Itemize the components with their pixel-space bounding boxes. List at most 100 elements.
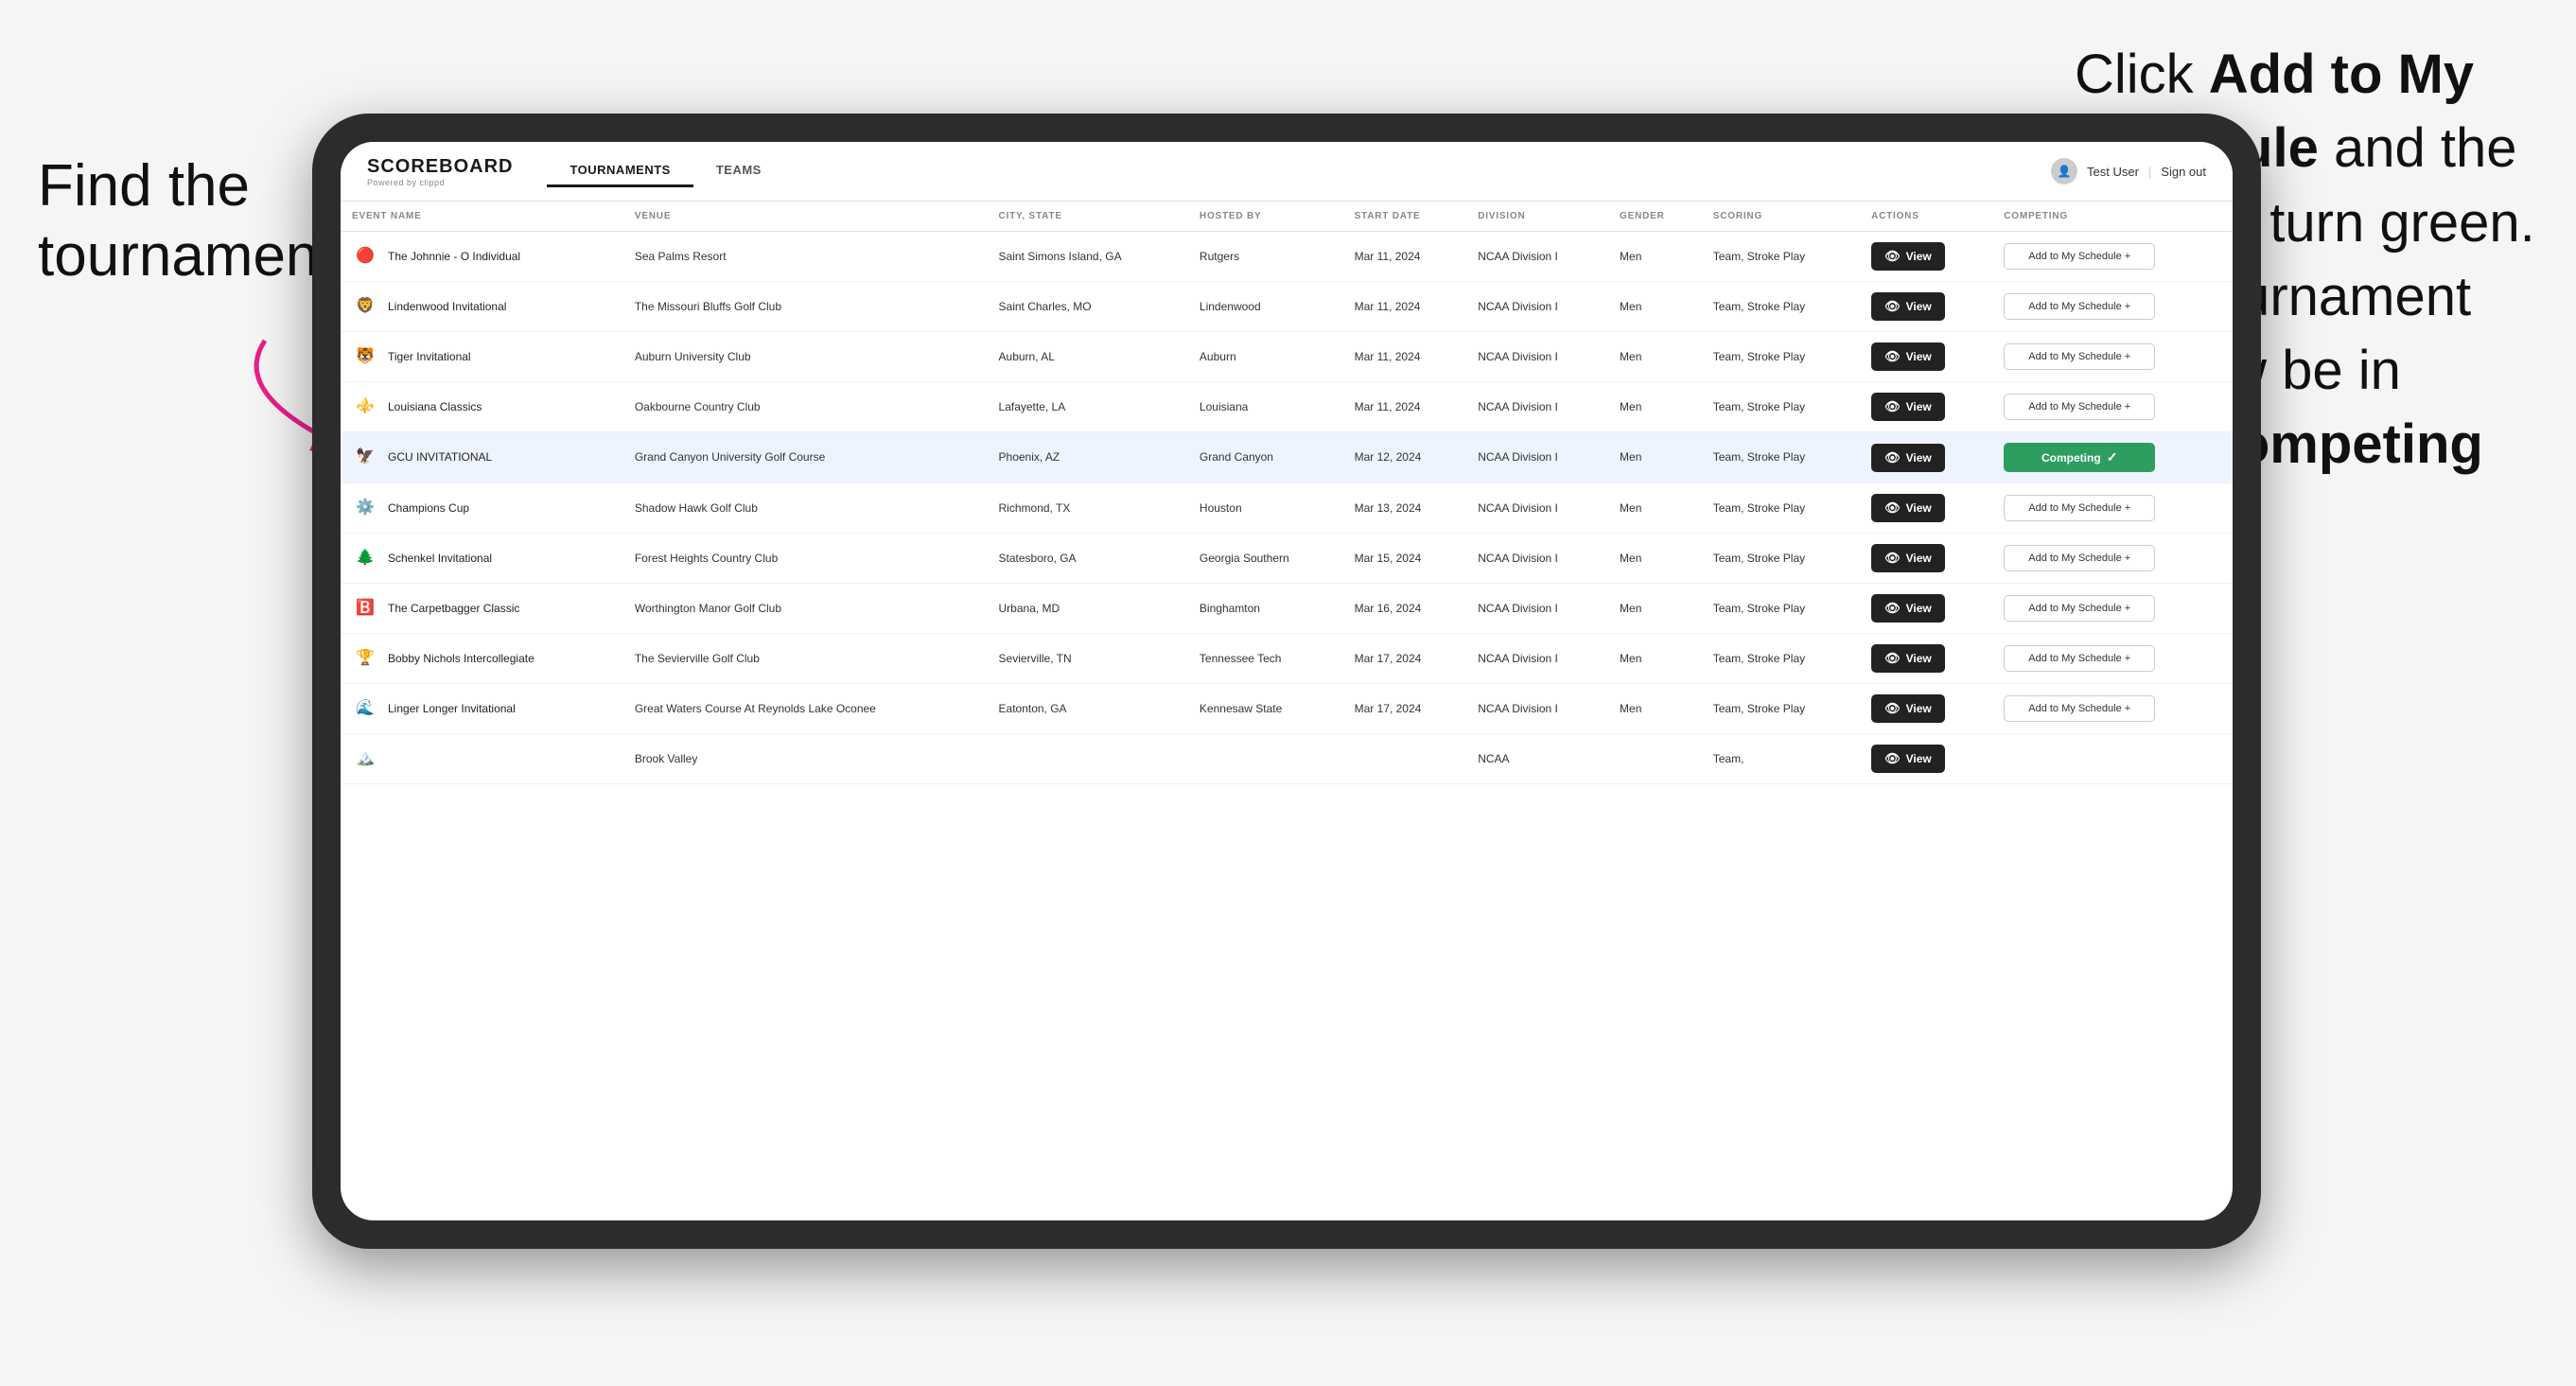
- add-to-schedule-button[interactable]: Add to My Schedule +: [2004, 343, 2155, 370]
- cell-date: Mar 12, 2024: [1343, 432, 1467, 483]
- cell-competing: Add to My Schedule +: [1992, 634, 2233, 684]
- table-row: 🔴 The Johnnie - O Individual Sea Palms R…: [341, 232, 2233, 282]
- add-to-schedule-button[interactable]: Add to My Schedule +: [2004, 595, 2155, 622]
- add-to-schedule-button[interactable]: Add to My Schedule +: [2004, 243, 2155, 270]
- view-button[interactable]: 👁 View: [1871, 544, 1945, 572]
- col-gender: GENDER: [1608, 202, 1702, 232]
- view-button[interactable]: 👁 View: [1871, 444, 1945, 472]
- cell-hosted: Binghamton: [1188, 584, 1343, 634]
- cell-hosted: Lindenwood: [1188, 282, 1343, 332]
- cell-division: NCAA Division I: [1466, 634, 1608, 684]
- table-row: 🏔️ Brook ValleyNCAATeam, 👁 View: [341, 734, 2233, 784]
- add-to-schedule-button[interactable]: Add to My Schedule +: [2004, 293, 2155, 320]
- cell-city: Sevierville, TN: [988, 634, 1188, 684]
- cell-division: NCAA Division I: [1466, 282, 1608, 332]
- table-container: EVENT NAME VENUE CITY, STATE HOSTED BY S…: [341, 202, 2233, 1220]
- logo-sub: Powered by clippd: [367, 178, 513, 187]
- cell-date: Mar 11, 2024: [1343, 382, 1467, 432]
- cell-scoring: Team, Stroke Play: [1702, 232, 1860, 282]
- cell-event-name: 🌊 Linger Longer Invitational: [341, 684, 623, 734]
- signout-link[interactable]: Sign out: [2161, 165, 2206, 179]
- cell-event-name: 🦅 GCU INVITATIONAL: [341, 432, 623, 483]
- col-start-date: START DATE: [1343, 202, 1467, 232]
- event-name-text: Schenkel Invitational: [388, 551, 492, 567]
- tab-tournaments[interactable]: TOURNAMENTS: [547, 155, 692, 187]
- eye-icon: 👁: [1884, 399, 1901, 414]
- cell-city: Saint Charles, MO: [988, 282, 1188, 332]
- cell-scoring: Team, Stroke Play: [1702, 584, 1860, 634]
- cell-competing: Add to My Schedule +: [1992, 684, 2233, 734]
- table-row: ⚙️ Champions Cup Shadow Hawk Golf ClubRi…: [341, 483, 2233, 534]
- cell-hosted: [1188, 734, 1343, 784]
- view-button[interactable]: 👁 View: [1871, 745, 1945, 773]
- logo-text: SCOREBOARD: [367, 156, 513, 178]
- col-venue: VENUE: [623, 202, 988, 232]
- cell-event-name: ⚙️ Champions Cup: [341, 483, 623, 534]
- col-competing: COMPETING: [1992, 202, 2233, 232]
- instruction-left: Find the tournament.: [38, 151, 303, 292]
- cell-city: Lafayette, LA: [988, 382, 1188, 432]
- cell-competing: Add to My Schedule +: [1992, 534, 2233, 584]
- view-button[interactable]: 👁 View: [1871, 694, 1945, 723]
- cell-division: NCAA Division I: [1466, 584, 1608, 634]
- view-button[interactable]: 👁 View: [1871, 494, 1945, 522]
- username: Test User: [2087, 165, 2139, 179]
- eye-icon: 👁: [1884, 299, 1901, 314]
- cell-event-name: 🅱️ The Carpetbagger Classic: [341, 584, 623, 634]
- eye-icon: 👁: [1884, 500, 1901, 516]
- add-to-schedule-button[interactable]: Add to My Schedule +: [2004, 695, 2155, 722]
- tab-teams[interactable]: TEAMS: [693, 155, 784, 187]
- nav-user: 👤 Test User | Sign out: [2051, 158, 2206, 184]
- view-button[interactable]: 👁 View: [1871, 292, 1945, 321]
- eye-icon: 👁: [1884, 551, 1901, 566]
- view-button[interactable]: 👁 View: [1871, 342, 1945, 371]
- cell-date: Mar 11, 2024: [1343, 332, 1467, 382]
- add-to-schedule-button[interactable]: Add to My Schedule +: [2004, 545, 2155, 571]
- cell-scoring: Team, Stroke Play: [1702, 432, 1860, 483]
- cell-venue: Sea Palms Resort: [623, 232, 988, 282]
- team-logo: 🦅: [352, 445, 378, 471]
- view-button[interactable]: 👁 View: [1871, 393, 1945, 421]
- cell-division: NCAA Division I: [1466, 232, 1608, 282]
- cell-scoring: Team, Stroke Play: [1702, 332, 1860, 382]
- cell-division: NCAA Division I: [1466, 382, 1608, 432]
- tablet-screen: SCOREBOARD Powered by clippd TOURNAMENTS…: [341, 142, 2233, 1220]
- cell-scoring: Team, Stroke Play: [1702, 282, 1860, 332]
- eye-icon: 👁: [1884, 751, 1901, 766]
- cell-scoring: Team, Stroke Play: [1702, 483, 1860, 534]
- event-name-text: GCU INVITATIONAL: [388, 449, 492, 465]
- cell-venue: Grand Canyon University Golf Course: [623, 432, 988, 483]
- cell-hosted: Auburn: [1188, 332, 1343, 382]
- team-logo: 🏆: [352, 645, 378, 672]
- cell-actions: 👁 View: [1860, 232, 1992, 282]
- cell-city: Eatonton, GA: [988, 684, 1188, 734]
- col-city: CITY, STATE: [988, 202, 1188, 232]
- logo-area: SCOREBOARD Powered by clippd: [367, 156, 513, 187]
- cell-hosted: Rutgers: [1188, 232, 1343, 282]
- team-logo: ⚙️: [352, 495, 378, 521]
- eye-icon: 👁: [1884, 349, 1901, 364]
- cell-competing: Add to My Schedule +: [1992, 382, 2233, 432]
- team-logo: 🏔️: [352, 746, 378, 772]
- cell-city: Auburn, AL: [988, 332, 1188, 382]
- view-button[interactable]: 👁 View: [1871, 242, 1945, 271]
- cell-competing: [1992, 734, 2233, 784]
- add-to-schedule-button[interactable]: Add to My Schedule +: [2004, 394, 2155, 420]
- cell-gender: Men: [1608, 282, 1702, 332]
- view-button[interactable]: 👁 View: [1871, 644, 1945, 673]
- view-button[interactable]: 👁 View: [1871, 594, 1945, 623]
- col-event-name: EVENT NAME: [341, 202, 623, 232]
- event-name-text: The Johnnie - O Individual: [388, 249, 520, 265]
- add-to-schedule-button[interactable]: Add to My Schedule +: [2004, 645, 2155, 672]
- competing-button[interactable]: Competing ✓: [2004, 443, 2155, 472]
- cell-division: NCAA Division I: [1466, 432, 1608, 483]
- cell-scoring: Team, Stroke Play: [1702, 382, 1860, 432]
- event-name-text: The Carpetbagger Classic: [388, 601, 519, 617]
- table-row: 🦁 Lindenwood Invitational The Missouri B…: [341, 282, 2233, 332]
- cell-date: Mar 11, 2024: [1343, 232, 1467, 282]
- add-to-schedule-button[interactable]: Add to My Schedule +: [2004, 495, 2155, 521]
- cell-hosted: Houston: [1188, 483, 1343, 534]
- cell-event-name: 🔴 The Johnnie - O Individual: [341, 232, 623, 282]
- cell-gender: Men: [1608, 584, 1702, 634]
- cell-scoring: Team,: [1702, 734, 1860, 784]
